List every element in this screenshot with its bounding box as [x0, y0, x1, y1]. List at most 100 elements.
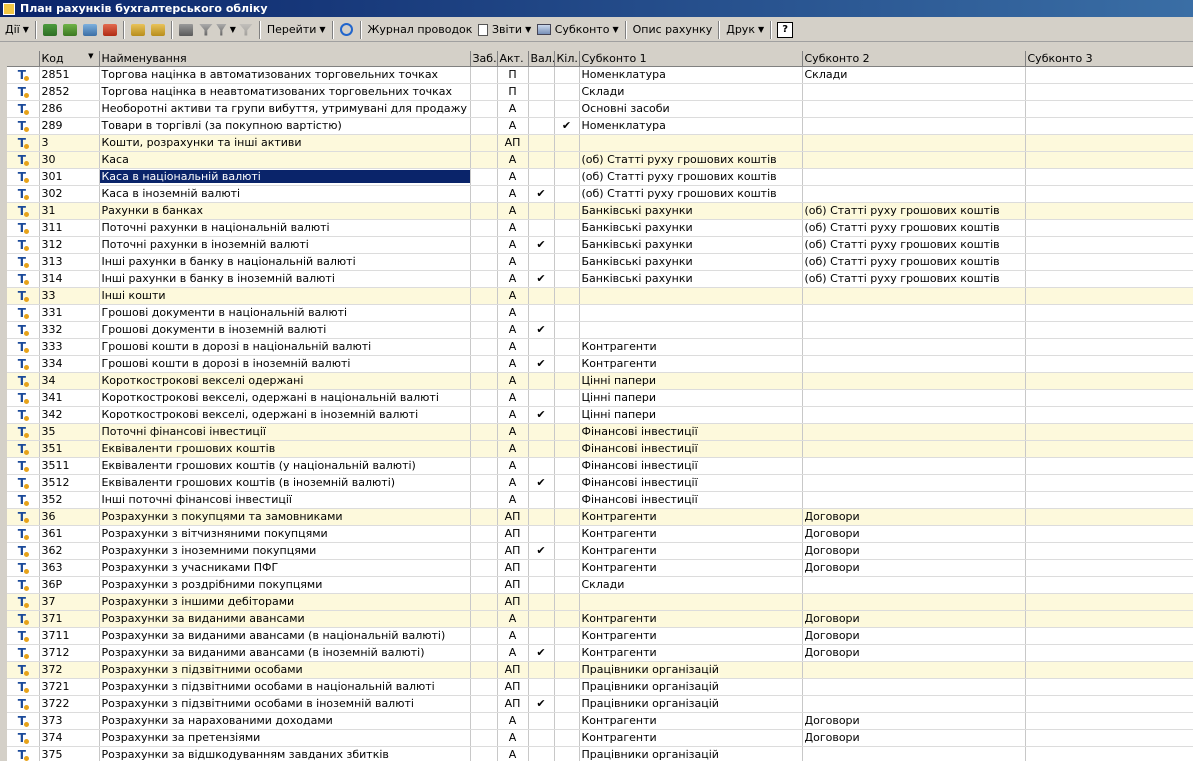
cell-name[interactable]: Каса в іноземній валюті: [99, 185, 471, 203]
cell-subconto-2[interactable]: [802, 287, 1026, 305]
cell-off-balance[interactable]: [470, 83, 498, 101]
cell-name[interactable]: Інші кошти: [99, 287, 471, 305]
cell-name[interactable]: Розрахунки за виданими авансами (в інозе…: [99, 644, 471, 662]
cell-currency[interactable]: [528, 151, 555, 169]
cell-active[interactable]: А: [497, 338, 529, 356]
cell-off-balance[interactable]: [470, 559, 498, 577]
table-row[interactable]: T 363 Розрахунки з учасниками ПФГ АП Контраг…: [7, 559, 1193, 577]
cell-name[interactable]: Розрахунки з учасниками ПФГ: [99, 559, 471, 577]
cell-code[interactable]: 351: [39, 440, 100, 458]
cell-off-balance[interactable]: [470, 712, 498, 730]
cell-code[interactable]: 3512: [39, 474, 100, 492]
account-type-icon[interactable]: T: [7, 457, 40, 475]
cell-subconto-1[interactable]: Контрагенти: [579, 542, 803, 560]
cell-quantity[interactable]: [554, 372, 580, 390]
account-type-icon[interactable]: T: [7, 406, 40, 424]
cell-subconto-2[interactable]: Склади: [802, 66, 1026, 84]
cell-subconto-2[interactable]: [802, 457, 1026, 475]
cell-name[interactable]: Розрахунки з покупцями та замовниками: [99, 508, 471, 526]
cell-currency[interactable]: [528, 729, 555, 747]
cell-subconto-2[interactable]: [802, 100, 1026, 118]
cell-active[interactable]: А: [497, 304, 529, 322]
cell-subconto-3[interactable]: [1025, 525, 1193, 543]
cell-subconto-3[interactable]: [1025, 355, 1193, 373]
cell-off-balance[interactable]: [470, 508, 498, 526]
table-row[interactable]: T 312 Поточні рахунки в іноземній валюті А ✔…: [7, 236, 1193, 254]
cell-active[interactable]: А: [497, 746, 529, 761]
cell-subconto-1[interactable]: [579, 321, 803, 339]
cell-subconto-2[interactable]: [802, 134, 1026, 152]
cell-subconto-1[interactable]: (об) Статті руху грошових коштів: [579, 151, 803, 169]
cell-active[interactable]: АП: [497, 661, 529, 679]
table-row[interactable]: T 333 Грошові кошти в дорозі в національні…: [7, 338, 1193, 356]
cell-active[interactable]: А: [497, 406, 529, 424]
account-type-icon[interactable]: T: [7, 202, 40, 220]
cell-quantity[interactable]: [554, 83, 580, 101]
cell-subconto-3[interactable]: [1025, 185, 1193, 203]
cell-subconto-1[interactable]: Номенклатура: [579, 66, 803, 84]
cell-off-balance[interactable]: [470, 168, 498, 186]
cell-subconto-2[interactable]: [802, 117, 1026, 135]
cell-subconto-2[interactable]: [802, 746, 1026, 761]
cell-subconto-2[interactable]: Договори: [802, 729, 1026, 747]
cell-off-balance[interactable]: [470, 423, 498, 441]
cell-name[interactable]: Поточні рахунки в іноземній валюті: [99, 236, 471, 254]
cell-active[interactable]: А: [497, 712, 529, 730]
cell-off-balance[interactable]: [470, 746, 498, 761]
cell-subconto-3[interactable]: [1025, 236, 1193, 254]
table-row[interactable]: T 3721 Розрахунки з підзвітними особами в …: [7, 678, 1193, 696]
cell-currency[interactable]: [528, 423, 555, 441]
header-quantity[interactable]: Кіл.: [554, 51, 580, 67]
cell-subconto-1[interactable]: Контрагенти: [579, 712, 803, 730]
table-row[interactable]: T 311 Поточні рахунки в національній валют…: [7, 219, 1193, 237]
cell-code[interactable]: 371: [39, 610, 100, 628]
cell-off-balance[interactable]: [470, 321, 498, 339]
cell-name[interactable]: Еквіваленти грошових коштів (в іноземній…: [99, 474, 471, 492]
cell-code[interactable]: 374: [39, 729, 100, 747]
cell-currency[interactable]: ✔: [528, 321, 555, 339]
table-row[interactable]: T 3 Кошти, розрахунки та інші активи АП: [7, 134, 1193, 152]
cell-currency[interactable]: [528, 117, 555, 135]
account-type-icon[interactable]: T: [7, 83, 40, 101]
cell-subconto-2[interactable]: [802, 576, 1026, 594]
cell-active[interactable]: А: [497, 219, 529, 237]
cell-quantity[interactable]: [554, 542, 580, 560]
cell-name[interactable]: Торгова націнка в автоматизованих торгов…: [99, 66, 471, 84]
cell-subconto-2[interactable]: [802, 185, 1026, 203]
cell-subconto-3[interactable]: [1025, 678, 1193, 696]
refresh-button[interactable]: [337, 20, 357, 40]
cell-name[interactable]: Розрахунки з іншими дебіторами: [99, 593, 471, 611]
account-type-icon[interactable]: T: [7, 304, 40, 322]
cell-name[interactable]: Розрахунки з підзвітними особами в націо…: [99, 678, 471, 696]
cell-off-balance[interactable]: [470, 525, 498, 543]
header-icon[interactable]: [7, 51, 40, 67]
account-type-icon[interactable]: T: [7, 117, 40, 135]
cell-subconto-1[interactable]: Контрагенти: [579, 508, 803, 526]
header-off-balance[interactable]: Заб.: [470, 51, 498, 67]
cell-active[interactable]: А: [497, 644, 529, 662]
account-type-icon[interactable]: T: [7, 729, 40, 747]
cell-subconto-3[interactable]: [1025, 253, 1193, 271]
cell-currency[interactable]: [528, 627, 555, 645]
cell-quantity[interactable]: [554, 151, 580, 169]
cell-name[interactable]: Каса: [99, 151, 471, 169]
cell-subconto-1[interactable]: [579, 304, 803, 322]
cell-subconto-2[interactable]: [802, 83, 1026, 101]
cell-code[interactable]: 3721: [39, 678, 100, 696]
cell-subconto-1[interactable]: Контрагенти: [579, 644, 803, 662]
cell-code[interactable]: 3711: [39, 627, 100, 645]
cell-subconto-2[interactable]: [802, 372, 1026, 390]
cell-quantity[interactable]: [554, 355, 580, 373]
cell-name[interactable]: Інші поточні фінансові інвестиції: [99, 491, 471, 509]
cell-subconto-3[interactable]: [1025, 576, 1193, 594]
cell-subconto-1[interactable]: Контрагенти: [579, 559, 803, 577]
cell-quantity[interactable]: [554, 457, 580, 475]
account-type-icon[interactable]: T: [7, 712, 40, 730]
cell-subconto-3[interactable]: [1025, 202, 1193, 220]
cell-active[interactable]: А: [497, 253, 529, 271]
cell-code[interactable]: 35: [39, 423, 100, 441]
cell-off-balance[interactable]: [470, 457, 498, 475]
filter-list-button[interactable]: ▼: [215, 20, 236, 40]
cell-subconto-3[interactable]: [1025, 542, 1193, 560]
cell-subconto-1[interactable]: Фінансові інвестиції: [579, 457, 803, 475]
